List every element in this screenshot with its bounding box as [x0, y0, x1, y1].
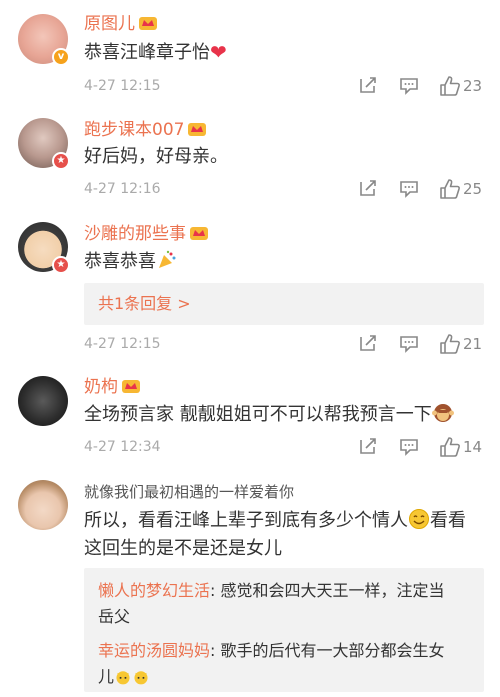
like-icon: [440, 437, 460, 457]
like-icon: [440, 179, 460, 199]
like-count: 14: [463, 438, 483, 456]
share-button[interactable]: [358, 75, 378, 97]
like-count: 23: [463, 77, 483, 95]
share-icon: [360, 77, 376, 93]
comment-icon: [400, 439, 418, 456]
reply-box[interactable]: 懒人的梦幻生活: 感觉和会四大天王一样，注定当 岳父 幸运的汤圆妈妈: 歌手的后…: [84, 568, 484, 692]
comment-button[interactable]: [399, 436, 419, 458]
verified-badge-icon: ★: [52, 256, 70, 274]
monkey-icon: [431, 404, 454, 422]
like-button[interactable]: 25: [439, 178, 482, 200]
cat-face-icon: [116, 671, 130, 685]
comment-icon: [400, 181, 418, 198]
sub-reply[interactable]: 懒人的梦幻生活: 感觉和会四大天王一样，注定当 岳父: [84, 578, 484, 630]
sub-reply-author[interactable]: 懒人的梦幻生活: [98, 581, 210, 600]
heart-icon: ❤: [210, 40, 227, 64]
smile-emoji-icon: [409, 509, 429, 529]
comment-text: 所以，看看汪峰上辈子到底有多少个情人 看看 这回生的是不是还是女儿: [84, 509, 466, 559]
avatar[interactable]: ★: [18, 118, 70, 170]
share-button[interactable]: [358, 333, 378, 355]
comment-meta: 4-27 12:15 23: [84, 75, 484, 97]
avatar[interactable]: v: [18, 14, 70, 66]
user-name[interactable]: 跑步课本007: [84, 120, 207, 140]
crown-icon: [122, 380, 140, 393]
comment-text: 恭喜汪峰章子怡❤: [84, 40, 227, 64]
comment-button[interactable]: [399, 333, 419, 355]
share-icon: [360, 180, 376, 196]
comment-text: 恭喜恭喜: [84, 248, 484, 276]
avatar[interactable]: [18, 376, 68, 426]
like-count: 21: [463, 335, 483, 353]
crown-icon: [188, 123, 207, 136]
comment-text: 全场预言家 靓靓姐姐可不可以帮我预言一下: [84, 401, 484, 429]
like-button[interactable]: 21: [439, 333, 482, 355]
comment-meta: 4-27 12:15 21: [84, 333, 484, 355]
share-button[interactable]: [358, 178, 378, 200]
like-button[interactable]: 14: [439, 436, 482, 458]
comment-meta: 4-27 12:34 14: [84, 436, 484, 458]
comment-text: 好后妈，好母亲。: [84, 146, 228, 167]
comment-icon: [400, 336, 418, 353]
cat-face-icon: [134, 671, 148, 685]
avatar[interactable]: ★: [18, 222, 70, 274]
like-button[interactable]: 23: [439, 75, 482, 97]
like-count: 25: [463, 180, 483, 198]
crown-icon: [139, 17, 157, 30]
comment-button[interactable]: [399, 178, 419, 200]
share-icon: [360, 335, 376, 351]
comment-meta: 4-27 12:16 25: [84, 178, 484, 200]
avatar[interactable]: [18, 480, 68, 530]
timestamp: 4-27 12:34: [84, 439, 161, 455]
timestamp: 4-27 12:15: [84, 336, 161, 352]
view-replies-link[interactable]: 共1条回复 >: [84, 283, 484, 325]
crown-icon: [190, 227, 208, 240]
user-name[interactable]: 沙雕的那些事: [84, 224, 209, 244]
verified-badge-icon: ★: [52, 152, 70, 170]
verified-badge-icon: v: [52, 48, 70, 66]
share-icon: [360, 438, 376, 454]
party-popper-icon: [159, 250, 176, 268]
timestamp: 4-27 12:16: [84, 181, 161, 197]
comment-icon: [400, 78, 418, 95]
share-button[interactable]: [358, 436, 378, 458]
reply-box[interactable]: 共1条回复 >: [84, 283, 484, 325]
sub-reply-author[interactable]: 幸运的汤圆妈妈: [98, 641, 210, 660]
like-icon: [440, 76, 460, 96]
timestamp: 4-27 12:15: [84, 78, 161, 94]
user-name[interactable]: 奶枸: [84, 377, 141, 397]
comment-button[interactable]: [399, 75, 419, 97]
user-name[interactable]: 原图儿: [84, 14, 158, 34]
sub-reply[interactable]: 幸运的汤圆妈妈: 歌手的后代有一大部分都会生女 儿: [84, 638, 484, 690]
user-name[interactable]: 就像我们最初相遇的一样爱着你: [84, 482, 294, 502]
like-icon: [440, 334, 460, 354]
